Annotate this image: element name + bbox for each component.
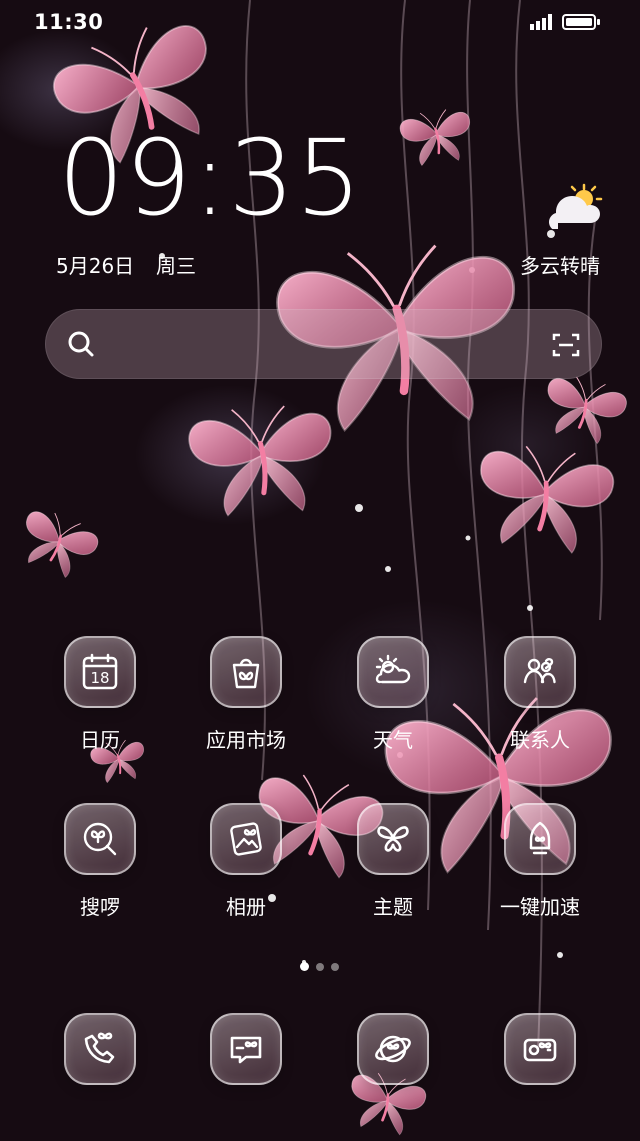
calendar-icon[interactable]: 18 xyxy=(64,636,136,708)
app-contacts[interactable]: 联系人 xyxy=(480,636,600,756)
app-label-contacts: 联系人 xyxy=(510,728,570,752)
search-app-icon[interactable] xyxy=(64,803,136,875)
app-store-icon[interactable] xyxy=(210,636,282,708)
page-dot-active xyxy=(300,962,309,971)
battery-icon xyxy=(562,12,602,36)
app-theme[interactable]: 主题 xyxy=(333,803,453,923)
booster-icon[interactable] xyxy=(504,803,576,875)
app-store[interactable]: 应用市场 xyxy=(186,636,306,756)
dock-messages[interactable] xyxy=(186,1013,306,1133)
app-label-app-store: 应用市场 xyxy=(206,728,286,752)
page-dot xyxy=(331,962,339,971)
search-icon[interactable] xyxy=(67,330,95,358)
app-weather[interactable]: 天气 xyxy=(333,636,453,756)
dock-camera[interactable] xyxy=(480,1013,600,1133)
status-bar: 11:30 xyxy=(0,0,640,44)
gallery-icon[interactable] xyxy=(210,803,282,875)
page-indicator xyxy=(300,962,339,971)
app-gallery[interactable]: 相册 xyxy=(186,803,306,923)
home-screen: 11:30 09:35 5月26日 周三 多云转晴 18 日历 应用市场 天气 … xyxy=(0,0,640,1141)
status-time: 11:30 xyxy=(34,10,104,34)
app-label-gallery: 相册 xyxy=(226,895,266,919)
messages-icon[interactable] xyxy=(210,1013,282,1085)
date-label: 5月26日 xyxy=(56,254,135,278)
status-indicators xyxy=(529,12,602,36)
app-search[interactable]: 搜啰 xyxy=(40,803,160,923)
browser-icon[interactable] xyxy=(357,1013,429,1085)
app-label-calendar: 日历 xyxy=(80,728,120,752)
signal-icon xyxy=(529,13,552,35)
dock-browser[interactable] xyxy=(333,1013,453,1133)
dock-phone[interactable] xyxy=(40,1013,160,1133)
search-bar[interactable] xyxy=(45,309,602,379)
camera-icon[interactable] xyxy=(504,1013,576,1085)
app-label-search: 搜啰 xyxy=(80,895,120,919)
weather-icon[interactable] xyxy=(548,183,604,231)
app-label-booster: 一键加速 xyxy=(500,895,580,919)
phone-icon[interactable] xyxy=(64,1013,136,1085)
weather-text: 多云转晴 xyxy=(520,254,600,278)
page-dot xyxy=(316,962,324,971)
theme-icon[interactable] xyxy=(357,803,429,875)
weather-app-icon[interactable] xyxy=(357,636,429,708)
weekday-label: 周三 xyxy=(156,254,196,278)
lockscreen-clock: 09:35 xyxy=(58,117,363,239)
app-calendar[interactable]: 18 日历 xyxy=(40,636,160,756)
contacts-icon[interactable] xyxy=(504,636,576,708)
scan-icon[interactable] xyxy=(552,331,580,359)
calendar-date-number: 18 xyxy=(90,669,109,687)
app-label-weather: 天气 xyxy=(373,728,413,752)
app-booster[interactable]: 一键加速 xyxy=(480,803,600,923)
app-label-theme: 主题 xyxy=(373,895,413,919)
